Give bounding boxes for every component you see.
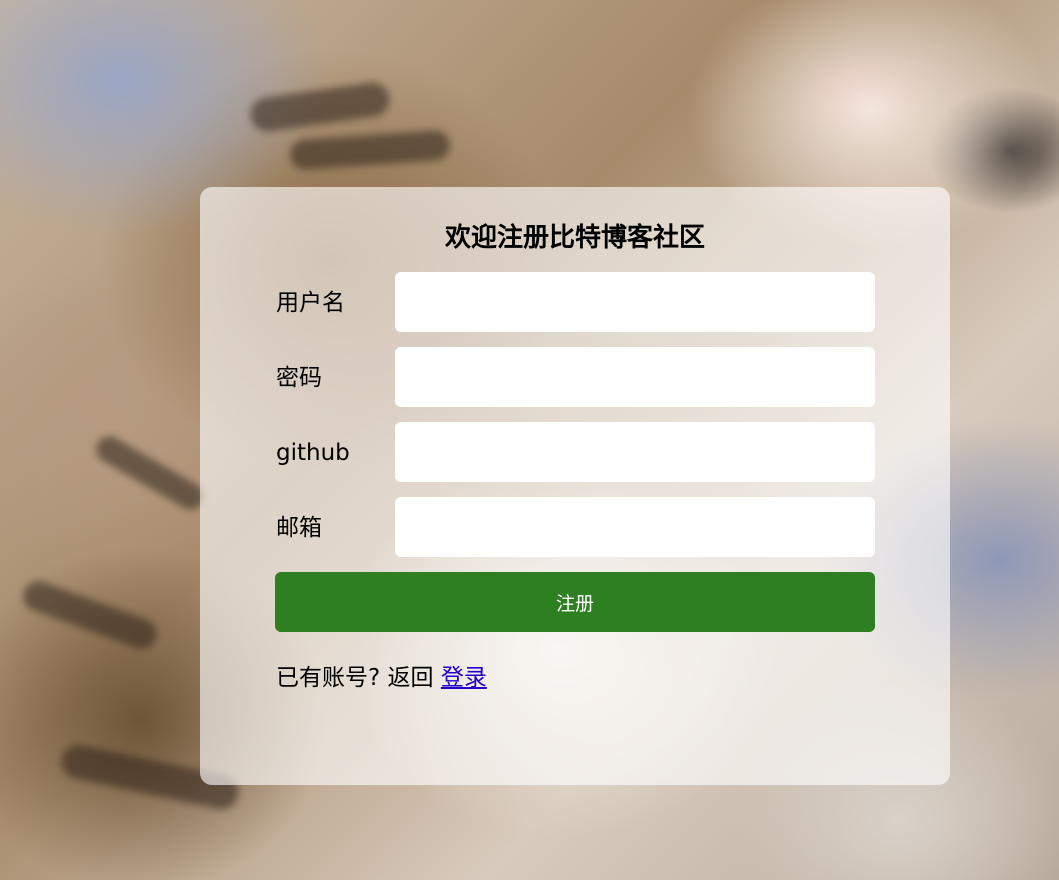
github-input[interactable]	[395, 422, 875, 482]
login-prompt-text: 已有账号? 返回	[276, 665, 441, 691]
page-title: 欢迎注册比特博客社区	[444, 223, 705, 253]
password-input[interactable]	[395, 347, 875, 407]
email-label: 邮箱	[276, 515, 322, 541]
register-button[interactable]: 注册	[275, 572, 875, 632]
github-label: github	[276, 440, 350, 466]
username-input[interactable]	[395, 272, 875, 332]
email-input[interactable]	[395, 497, 875, 557]
username-label: 用户名	[276, 290, 345, 316]
password-label: 密码	[276, 365, 322, 391]
login-link[interactable]: 登录	[441, 665, 487, 691]
login-prompt: 已有账号? 返回 登录	[276, 662, 487, 694]
